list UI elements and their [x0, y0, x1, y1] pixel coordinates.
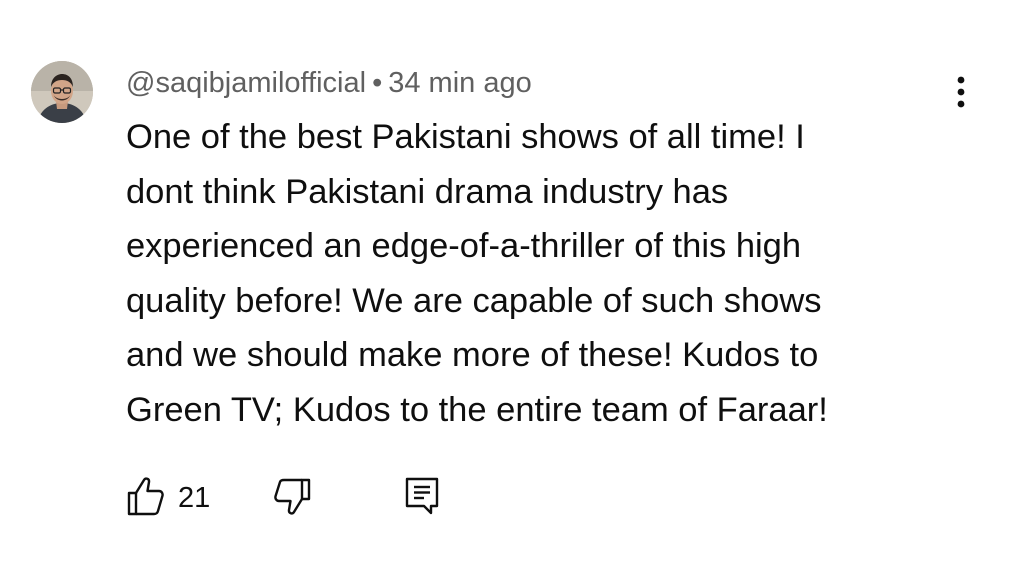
meta-separator: • [372, 67, 383, 99]
more-options-button[interactable] [946, 72, 976, 112]
avatar-image [31, 61, 93, 123]
comment-reply-icon [405, 477, 439, 515]
dislike-button[interactable] [272, 474, 312, 518]
thumb-down-icon [274, 478, 311, 515]
like-count: 21 [178, 482, 211, 514]
reply-button[interactable] [402, 474, 442, 518]
comment-timestamp[interactable]: 34 min ago [388, 67, 532, 99]
like-button[interactable] [126, 474, 166, 518]
comment-text: One of the best Pakistani shows of all t… [126, 118, 828, 429]
more-vert-icon [957, 76, 965, 108]
comment-meta: @saqibjamilofficial • 34 min ago [126, 62, 532, 104]
author-handle[interactable]: @saqibjamilofficial [126, 67, 366, 99]
thumb-up-icon [127, 477, 164, 516]
comment: @saqibjamilofficial • 34 min ago One of th… [0, 0, 1024, 563]
avatar[interactable] [31, 61, 93, 123]
